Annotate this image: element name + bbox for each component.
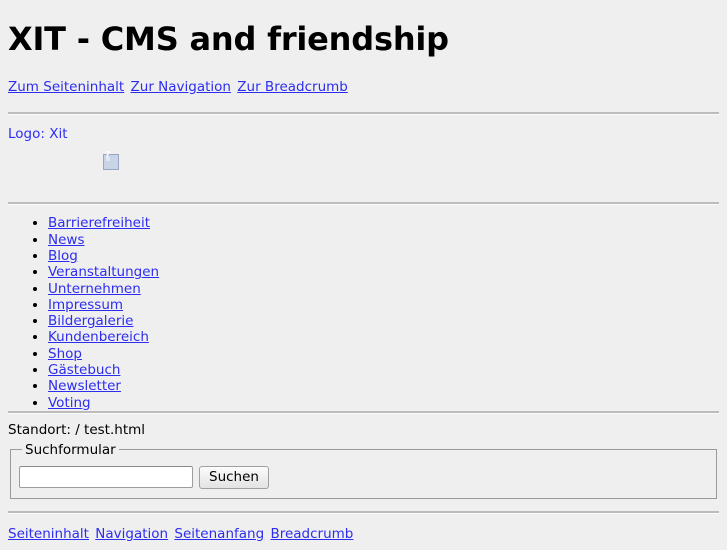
skip-link-breadcrumb[interactable]: Zur Breadcrumb (237, 79, 348, 95)
divider-footer-wrap (8, 510, 719, 514)
logo-link[interactable]: Logo: Xit (8, 126, 68, 142)
nav-item-blog[interactable]: Blog (48, 248, 78, 264)
divider-above-navigation (8, 202, 719, 206)
footer-link-seitenanfang[interactable]: Seitenanfang (174, 526, 264, 542)
footer-link-breadcrumb[interactable]: Breadcrumb (270, 526, 353, 542)
list-item: Gästebuch (48, 362, 719, 378)
list-item: Veranstaltungen (48, 264, 719, 280)
list-item: Impressum (48, 297, 719, 313)
nav-item-veranstaltungen[interactable]: Veranstaltungen (48, 264, 159, 280)
divider-top (8, 112, 719, 116)
search-input[interactable] (19, 466, 193, 489)
nav-item-voting[interactable]: Voting (48, 395, 91, 411)
main-navigation: Barrierefreiheit News Blog Veranstaltung… (8, 215, 719, 411)
banner-area (8, 154, 719, 202)
divider-top-wrap (8, 112, 719, 116)
page-title: XIT - CMS and friendship (8, 20, 449, 58)
search-form-legend: Suchformular (25, 441, 116, 458)
footer-link-seiteninhalt[interactable]: Seiteninhalt (8, 526, 89, 542)
nav-item-kundenbereich[interactable]: Kundenbereich (48, 329, 149, 345)
nav-item-barrierefreiheit[interactable]: Barrierefreiheit (48, 215, 150, 231)
skip-link-content[interactable]: Zum Seiteninhalt (8, 79, 124, 95)
divider-nav-wrap (8, 202, 719, 206)
list-item: Bildergalerie (48, 313, 719, 329)
logo-line: Logo: Xit (8, 126, 719, 142)
search-form-row: Suchen (19, 465, 708, 489)
page-root: XIT - CMS and friendship Zum Seiteninhal… (0, 0, 727, 550)
list-item: Newsletter (48, 378, 719, 394)
nav-item-unternehmen[interactable]: Unternehmen (48, 281, 141, 297)
list-item: News (48, 232, 719, 248)
list-item: Unternehmen (48, 281, 719, 297)
list-item: Kundenbereich (48, 329, 719, 345)
search-form: Suchformular Suchen (10, 441, 717, 499)
list-item: Voting (48, 395, 719, 411)
nav-item-bildergalerie[interactable]: Bildergalerie (48, 313, 133, 329)
breadcrumb: Standort: / test.html (8, 421, 146, 438)
divider-breadcrumb-wrap (8, 410, 719, 414)
nav-item-impressum[interactable]: Impressum (48, 297, 123, 313)
nav-item-newsletter[interactable]: Newsletter (48, 378, 121, 394)
list-item: Blog (48, 248, 719, 264)
skip-link-navigation[interactable]: Zur Navigation (131, 79, 231, 95)
footer-links: Seiteninhalt Navigation Seitenanfang Bre… (8, 526, 719, 542)
broken-image-icon (103, 154, 119, 171)
skip-links: Zum Seiteninhalt Zur Navigation Zur Brea… (8, 79, 719, 95)
divider-above-footer (8, 510, 719, 514)
divider-above-breadcrumb (8, 410, 719, 414)
nav-item-gaestebuch[interactable]: Gästebuch (48, 362, 120, 378)
footer-link-navigation[interactable]: Navigation (95, 526, 168, 542)
search-submit-button[interactable]: Suchen (199, 465, 269, 489)
nav-item-news[interactable]: News (48, 232, 84, 248)
nav-item-shop[interactable]: Shop (48, 346, 82, 362)
list-item: Barrierefreiheit (48, 215, 719, 231)
list-item: Shop (48, 346, 719, 362)
